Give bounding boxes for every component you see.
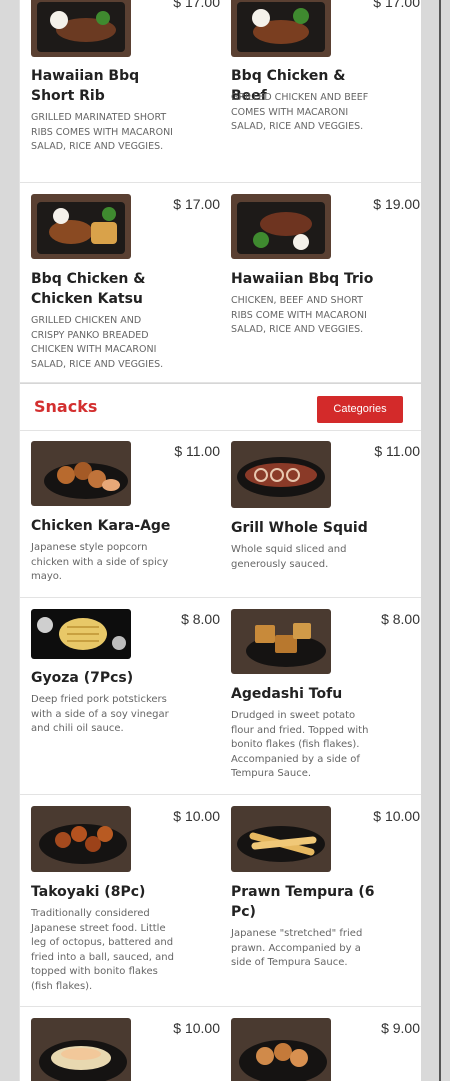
menu-item-card[interactable]: $ 19.00 Hawaiian Bbq Trio CHICKEN, BEEF … xyxy=(220,183,420,382)
item-description: GRILLED CHICKEN AND BEEF COMES WITH MACA… xyxy=(231,92,369,132)
menu-row: $ 17.00 Bbq Chicken & Chicken Katsu GRIL… xyxy=(20,183,421,383)
window-edge xyxy=(439,0,441,1081)
menu-row: $ 8.00 Gyoza (7Pcs) Deep fried pork pots… xyxy=(20,598,421,795)
menu-row: $ 17.00 Hawaiian Bbq Short Rib GRILLED M… xyxy=(20,0,421,183)
item-price: $ 17.00 xyxy=(373,0,420,10)
menu-item-card[interactable]: $ 10.00 xyxy=(20,1007,220,1081)
item-name: Gyoza (7Pcs) xyxy=(31,670,134,686)
food-image xyxy=(31,441,131,506)
menu-row: $ 11.00 Chicken Kara-Age Japanese style … xyxy=(20,430,421,598)
item-description: Japanese "stretched" fried prawn. Accomp… xyxy=(231,928,363,968)
item-price: $ 8.00 xyxy=(181,611,220,627)
section-header: Snacks Categories xyxy=(20,383,421,431)
item-price: $ 10.00 xyxy=(173,808,220,824)
item-description: Whole squid sliced and generously sauced… xyxy=(231,544,347,570)
food-image xyxy=(231,609,331,674)
food-image xyxy=(231,441,331,508)
menu-item-card[interactable]: $ 8.00 Gyoza (7Pcs) Deep fried pork pots… xyxy=(20,598,220,794)
menu-item-card[interactable]: $ 17.00 Bbq Chicken & Beef GRILLED CHICK… xyxy=(220,0,420,182)
item-name: Hawaiian Bbq Trio xyxy=(231,271,374,287)
menu-item-card[interactable]: $ 11.00 Chicken Kara-Age Japanese style … xyxy=(20,430,220,597)
menu-item-card[interactable]: $ 9.00 xyxy=(220,1007,420,1081)
section-title: Snacks xyxy=(34,397,98,416)
menu-item-card[interactable]: $ 11.00 Grill Whole Squid Whole squid sl… xyxy=(220,430,420,597)
item-description: Traditionally considered Japanese street… xyxy=(31,908,174,992)
food-image xyxy=(31,194,131,259)
item-price: $ 10.00 xyxy=(173,1020,220,1036)
item-price: $ 17.00 xyxy=(173,196,220,212)
item-price: $ 17.00 xyxy=(173,0,220,10)
menu-item-card[interactable]: $ 8.00 Agedashi Tofu Drudged in sweet po… xyxy=(220,598,420,794)
item-name: Prawn Tempura (6 Pc) xyxy=(231,884,375,920)
food-image xyxy=(231,806,331,872)
menu-item-card[interactable]: $ 17.00 Hawaiian Bbq Short Rib GRILLED M… xyxy=(20,0,220,182)
menu-item-card[interactable]: $ 10.00 Prawn Tempura (6 Pc) Japanese "s… xyxy=(220,795,420,1006)
food-image xyxy=(231,1018,331,1081)
item-price: $ 11.00 xyxy=(174,443,220,459)
item-price: $ 8.00 xyxy=(381,611,420,627)
item-price: $ 19.00 xyxy=(373,196,420,212)
item-description: GRILLED MARINATED SHORT RIBS COMES WITH … xyxy=(31,112,173,152)
item-description: GRILLED CHICKEN AND CRISPY PANKO BREADED… xyxy=(31,315,164,370)
food-image xyxy=(31,609,131,659)
menu-item-card[interactable]: $ 10.00 Takoyaki (8Pc) Traditionally con… xyxy=(20,795,220,1006)
food-image xyxy=(231,194,331,259)
item-price: $ 9.00 xyxy=(381,1020,420,1036)
food-image xyxy=(31,0,131,57)
menu-item-card[interactable]: $ 17.00 Bbq Chicken & Chicken Katsu GRIL… xyxy=(20,183,220,382)
item-name: Bbq Chicken & Chicken Katsu xyxy=(31,271,146,307)
item-description: CHICKEN, BEEF AND SHORT RIBS COME WITH M… xyxy=(231,295,367,335)
item-description: Deep fried pork potstickers with a side … xyxy=(31,694,169,734)
menu-row: $ 10.00 $ 9.00 xyxy=(20,1007,421,1081)
menu-panel: $ 17.00 Hawaiian Bbq Short Rib GRILLED M… xyxy=(19,0,421,1081)
item-name: Chicken Kara-Age xyxy=(31,518,171,534)
item-name: Grill Whole Squid xyxy=(231,520,368,536)
menu-row: $ 10.00 Takoyaki (8Pc) Traditionally con… xyxy=(20,795,421,1007)
item-description: Japanese style popcorn chicken with a si… xyxy=(31,542,169,582)
item-name: Takoyaki (8Pc) xyxy=(31,884,146,900)
food-image xyxy=(231,0,331,57)
item-name: Hawaiian Bbq Short Rib xyxy=(31,68,140,104)
food-image xyxy=(31,1018,131,1081)
item-price: $ 11.00 xyxy=(374,443,420,459)
categories-button[interactable]: Categories xyxy=(317,396,403,423)
item-price: $ 10.00 xyxy=(373,808,420,824)
item-description: Drudged in sweet potato flour and fried.… xyxy=(231,710,369,779)
item-name: Agedashi Tofu xyxy=(231,686,343,702)
food-image xyxy=(31,806,131,872)
